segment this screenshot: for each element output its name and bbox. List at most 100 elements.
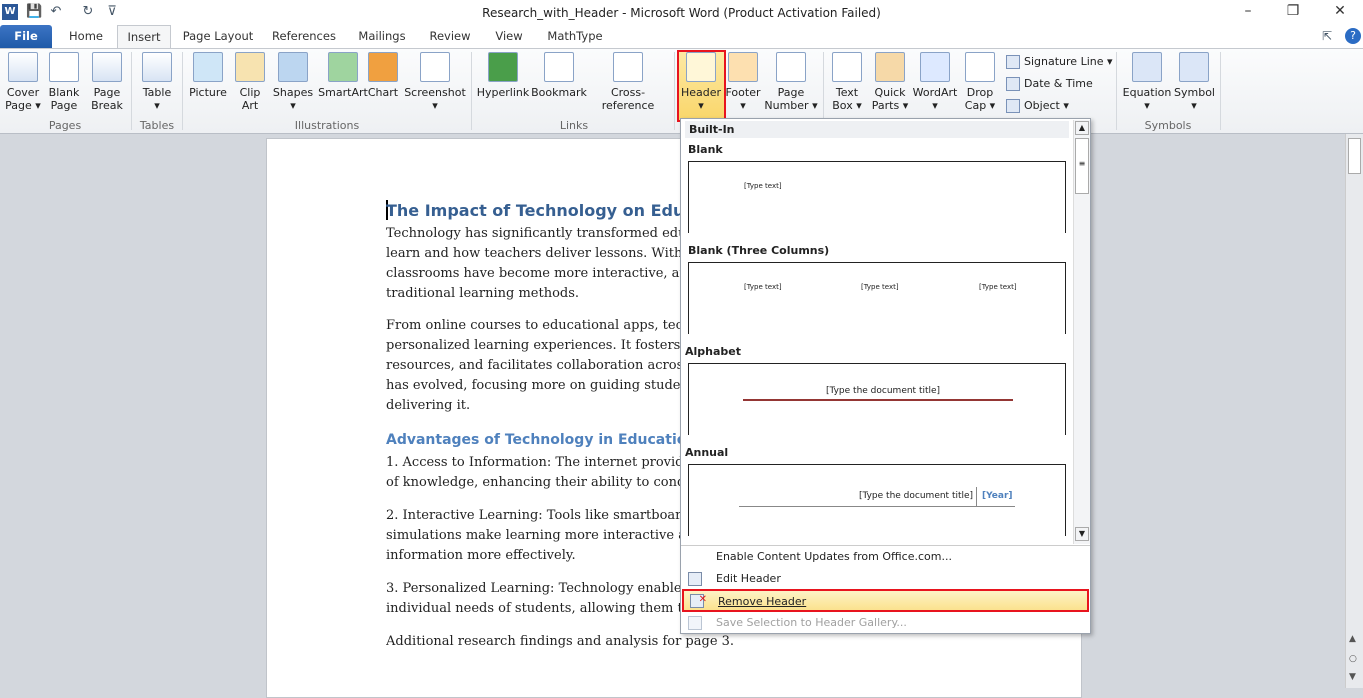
tab-insert[interactable]: Insert [117,25,171,48]
tab-review[interactable]: Review [424,25,476,48]
maximize-button[interactable]: ❐ [1278,3,1308,23]
scroll-thumb[interactable] [1348,138,1361,174]
gallery-item-blank-three-columns-[interactable]: [Type text] [Type text] [Type text] [688,262,1066,334]
hyperlink-button[interactable]: Hyperlink [476,52,530,112]
menu-item-save-selection-disabled: Save Selection to Header Gallery... [682,612,1089,634]
table-button[interactable]: Table ▾ [136,52,178,112]
button-label: Symbol [1174,86,1215,99]
button-label: Cross-reference [601,86,655,112]
tab-home[interactable]: Home [60,25,112,48]
tab-mathtype[interactable]: MathType [540,25,610,48]
page-number-button[interactable]: Page Number ▾ [764,52,818,112]
placeholder-text: [Type the document title] [826,386,941,396]
button-label [531,99,587,112]
tab-mailings[interactable]: Mailings [350,25,414,48]
placeholder-text: [Type text] [861,283,899,291]
clip-art-button[interactable]: Clip Art [232,52,268,112]
section-heading: Advantages of Technology in Education [386,432,686,448]
vertical-scrollbar[interactable]: ▲ ○ ▼ [1345,134,1363,688]
button-label [476,99,530,112]
gallery-label: Blank [688,143,723,156]
symbols-group-label: Symbols [1144,119,1192,132]
bookmark-button[interactable]: Bookmark [531,52,587,112]
close-button[interactable]: ✕ [1325,3,1355,23]
header-button[interactable]: Header ▾ [678,52,724,112]
title-bar: W 💾 ↶ ↻ ⊽ Research_with_Header - Microso… [0,0,1363,25]
date-time-button[interactable]: Date & Time [1006,74,1093,94]
clip-art-icon [235,52,265,82]
gallery-item-annual[interactable]: [Type the document title] [Year] [688,464,1066,536]
scroll-down-icon[interactable]: ▼ [1075,527,1089,541]
date-time-icon [1006,77,1020,91]
button-label: Cap ▾ [964,99,996,112]
text-box-button[interactable]: Text Box ▾ [828,52,866,112]
button-label: Page [777,86,805,99]
wordart-button[interactable]: WordArt ▾ [912,52,958,112]
browse-object-icon[interactable]: ○ [1349,654,1357,664]
paragraph-line: delivering it. [386,398,471,413]
tab-references[interactable]: References [268,25,340,48]
ribbon-minimize-icon[interactable]: ⇱ [1322,29,1332,43]
gallery-label: Annual [685,446,729,459]
button-label [188,99,228,112]
gallery-scrollbar[interactable]: ▲ ≡ ▼ [1073,120,1090,544]
button-label: Screenshot [404,86,466,99]
object-button[interactable]: Object ▾ [1006,96,1069,116]
ribbon-tabs: File Home Insert Page Layout References … [0,25,1363,48]
symbol-icon [1179,52,1209,82]
paragraph-line: personalized learning experiences. It fo… [386,338,680,353]
equation-button[interactable]: Equation ▾ [1122,52,1172,112]
picture-button[interactable]: Picture [188,52,228,112]
button-label: Box ▾ [832,99,862,112]
cover-page-button[interactable]: Cover Page ▾ [4,52,42,112]
gallery-item-blank[interactable]: [Type text] [688,161,1066,233]
help-icon[interactable]: ? [1345,28,1361,44]
drop-cap-button[interactable]: Drop Cap ▾ [960,52,1000,112]
placeholder-text: [Year] [982,491,1013,501]
button-label: ▾ [932,99,938,112]
page-number-icon [776,52,806,82]
shapes-button[interactable]: Shapes ▾ [272,52,314,112]
button-label: Chart [367,86,399,99]
button-label: ▾ [290,99,296,112]
cross-reference-button[interactable]: Cross-reference [587,52,669,112]
tables-group-label: Tables [139,119,175,132]
equation-icon [1132,52,1162,82]
signature-line-button[interactable]: Signature Line ▾ [1006,52,1113,72]
quick-parts-button[interactable]: Quick Parts ▾ [870,52,910,112]
menu-item-edit-header[interactable]: Edit Header [682,568,1089,590]
tab-page-layout[interactable]: Page Layout [178,25,258,48]
menu-item-remove-header[interactable]: ✕ Remove Header [682,589,1089,612]
screenshot-button[interactable]: Screenshot ▾ [404,52,466,112]
cross-reference-icon [613,52,643,82]
hyperlink-icon [488,52,518,82]
illustrations-group-label: Illustrations [294,119,360,132]
minimize-button[interactable]: – [1233,3,1263,23]
list-item-line: 1. Access to Information: The internet p… [386,455,680,470]
gallery-scroll-thumb[interactable]: ≡ [1075,138,1089,194]
next-page-icon[interactable]: ▼ [1349,672,1356,682]
button-label: Page [50,99,78,112]
scroll-up-icon[interactable]: ▲ [1075,121,1089,135]
footer-button[interactable]: Footer ▾ [724,52,762,112]
list-item-line: information more effectively. [386,548,576,563]
gallery-item-alphabet[interactable]: [Type the document title] [688,363,1066,435]
button-label: Picture [189,86,227,99]
list-item-line: 3. Personalized Learning: Technology ena… [386,581,680,596]
prev-page-icon[interactable]: ▲ [1349,634,1356,644]
page-break-button[interactable]: Page Break [86,52,128,112]
edit-header-icon [688,572,702,586]
button-label: Quick [874,86,906,99]
button-label: Art [241,99,259,112]
chart-button[interactable]: Chart [364,52,402,112]
button-label: Number ▾ [764,99,818,112]
menu-item-enable-content-updates[interactable]: Enable Content Updates from Office.com..… [682,546,1089,568]
button-label: Drop [966,86,994,99]
symbol-button[interactable]: Symbol ▾ [1174,52,1215,112]
smartart-button[interactable]: SmartArt [315,52,371,112]
paragraph-line: classrooms have become more interactive,… [386,266,680,281]
tab-view[interactable]: View [486,25,532,48]
blank-page-button[interactable]: Blank Page [44,52,84,112]
blank-page-icon [49,52,79,82]
tab-file[interactable]: File [0,25,52,48]
